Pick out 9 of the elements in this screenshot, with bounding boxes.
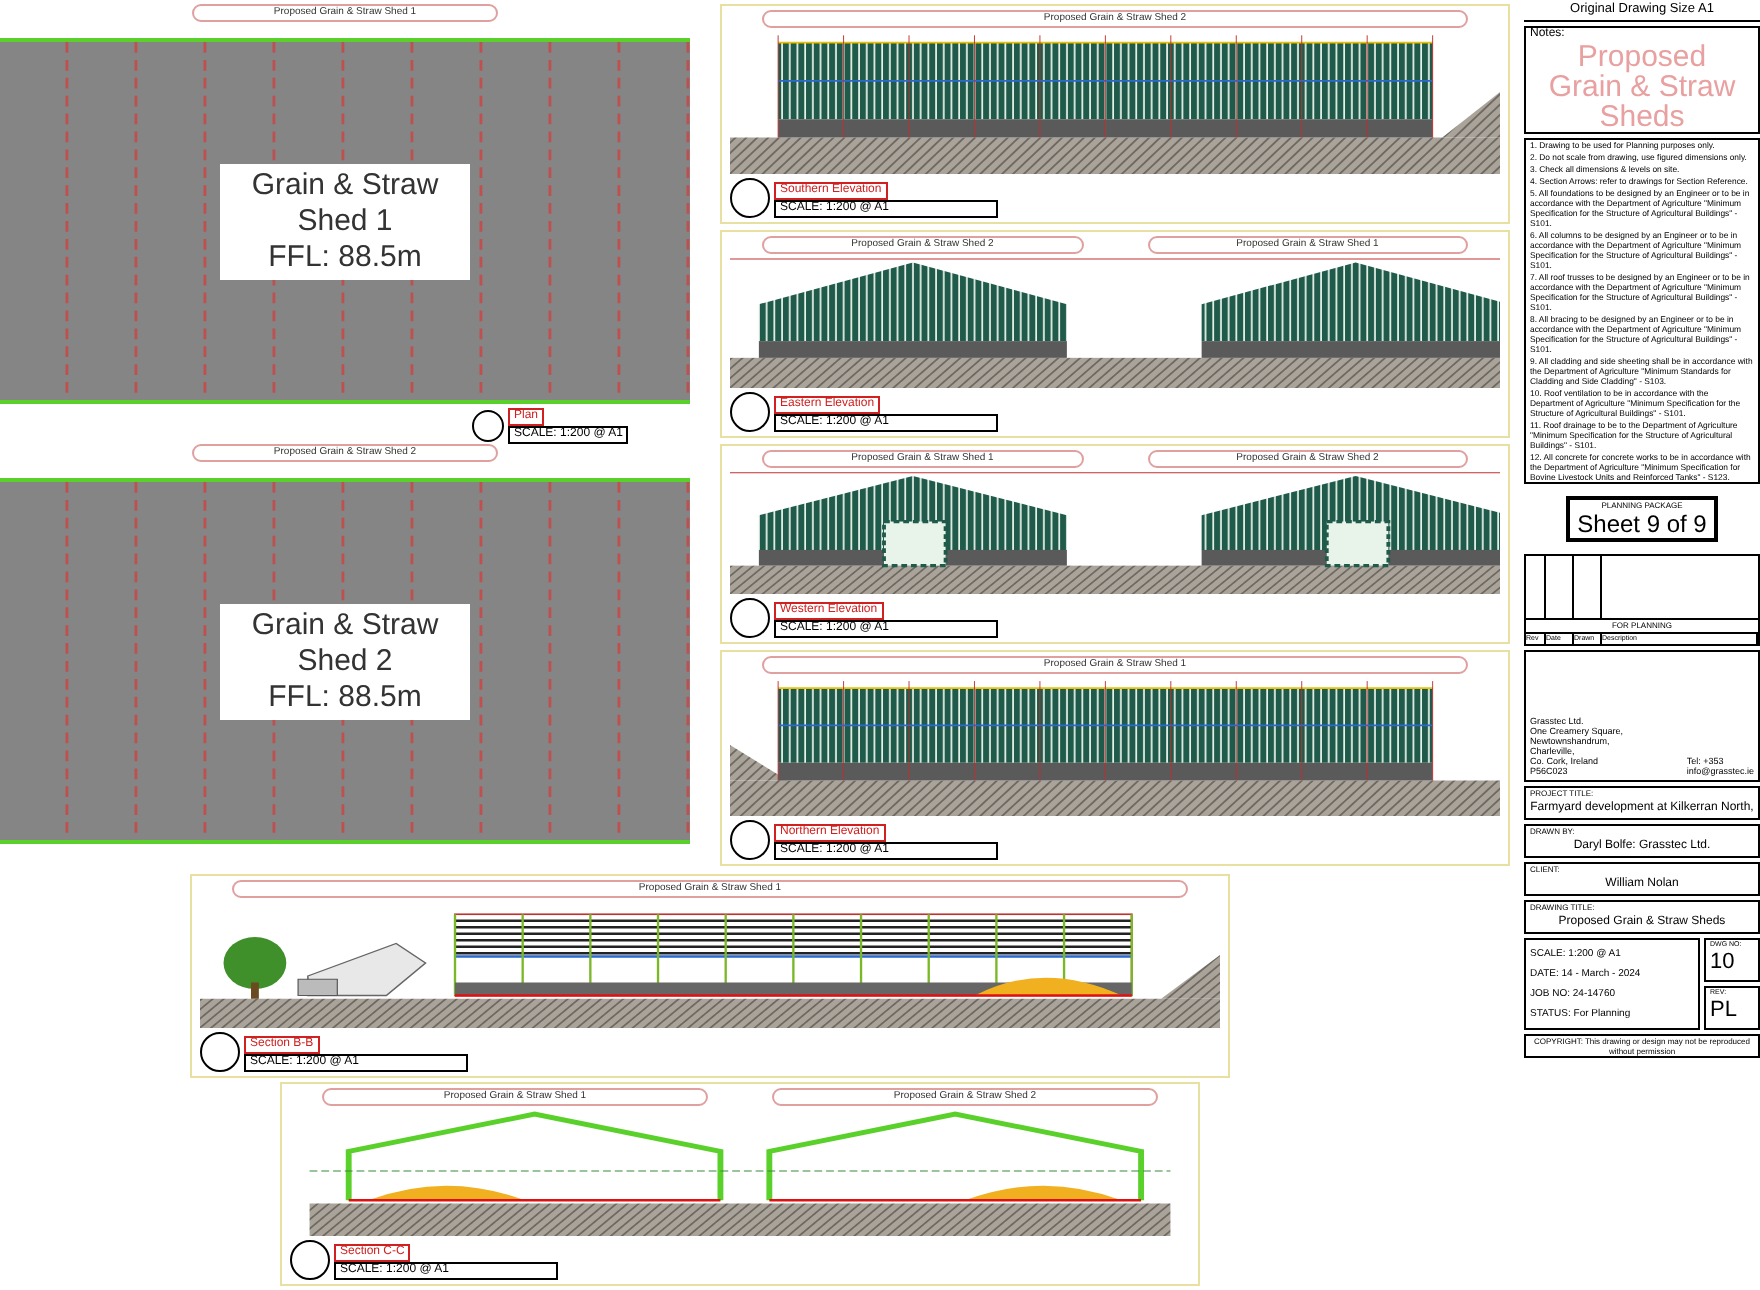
section-marker-icon [730, 598, 770, 638]
shed-label: Grain & Straw Shed 1 FFL: 88.5m [219, 163, 471, 279]
shed-label: Grain & Straw Shed 2 FFL: 88.5m [219, 603, 471, 719]
section-marker-icon [472, 410, 504, 442]
section-marker-icon [200, 1032, 240, 1072]
section-marker-icon [290, 1240, 330, 1280]
section-marker-icon [730, 820, 770, 860]
section-marker-icon [730, 392, 770, 432]
section-marker-icon [730, 178, 770, 218]
